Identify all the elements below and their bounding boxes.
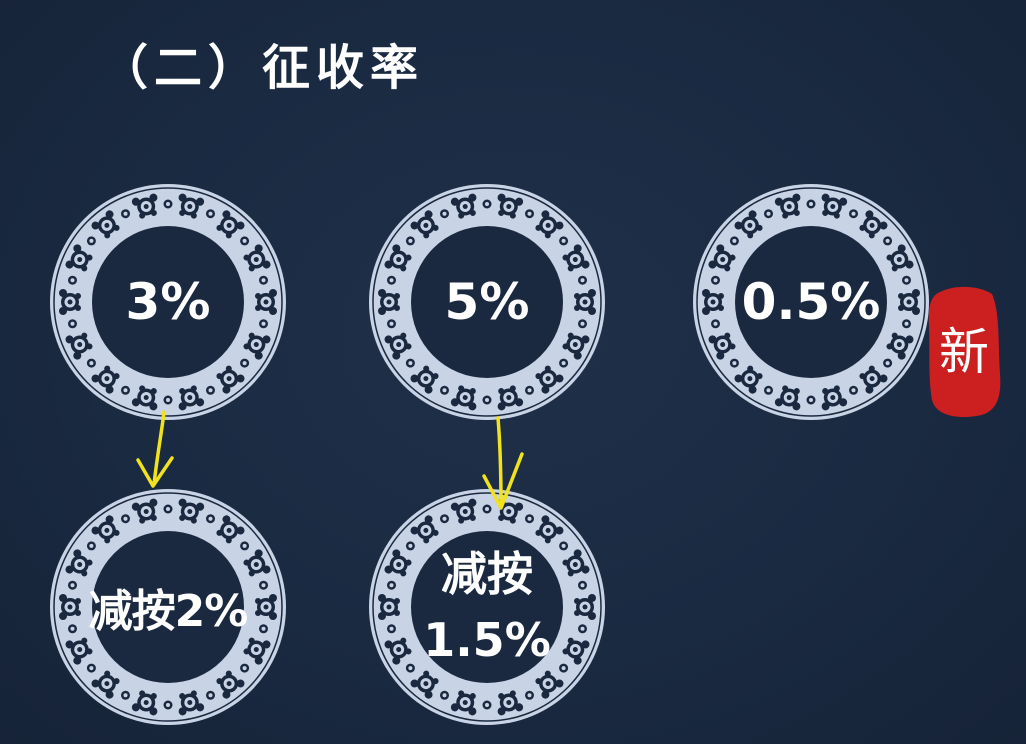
arrow-down-icon bbox=[136, 410, 174, 488]
reduced-plate-2: 减按2% bbox=[46, 485, 290, 729]
reduced-label: 减按 1.5% bbox=[365, 485, 609, 729]
slide: （二）征收率 3% 5% 0.5% 减按2% 减按 1.5% 新 bbox=[0, 0, 1026, 744]
reduced-plate-1-5: 减按 1.5% bbox=[365, 485, 609, 729]
rate-plate-3: 3% bbox=[46, 180, 290, 424]
slide-title: （二）征收率 bbox=[100, 40, 425, 96]
rate-plate-0-5: 0.5% bbox=[689, 180, 933, 424]
reduced-label-line2: 1.5% bbox=[423, 613, 551, 667]
arrow-down-icon bbox=[482, 416, 524, 510]
rate-label: 5% bbox=[444, 273, 530, 331]
rate-label: 0.5% bbox=[741, 273, 881, 331]
reduced-label-line1: 减按 bbox=[441, 547, 533, 601]
reduced-label: 减按2% bbox=[88, 586, 249, 637]
rate-plate-5: 5% bbox=[365, 180, 609, 424]
new-badge-label: 新 bbox=[939, 323, 989, 381]
rate-label: 3% bbox=[125, 273, 211, 331]
